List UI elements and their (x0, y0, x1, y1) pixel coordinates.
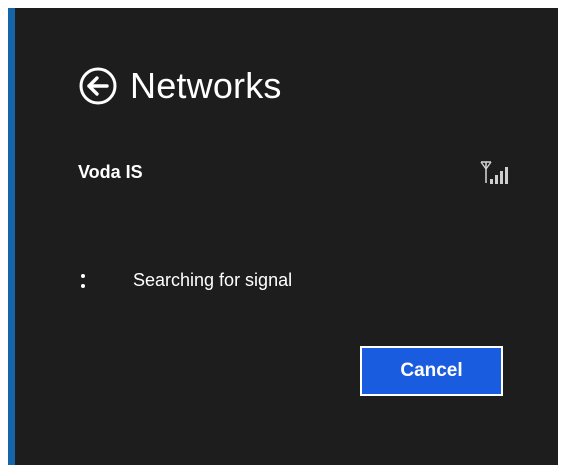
status-text: Searching for signal (133, 270, 293, 290)
cellular-signal-icon (480, 161, 508, 184)
page-title: Networks (130, 65, 282, 106)
back-button[interactable] (78, 66, 118, 106)
cancel-button[interactable]: Cancel (359, 345, 504, 397)
network-item[interactable]: Voda IS (78, 154, 512, 190)
progress-dots-icon (78, 271, 88, 291)
accent-strip (8, 8, 15, 465)
status-row: Searching for signal (78, 270, 292, 291)
network-name: Voda IS (78, 161, 143, 182)
back-arrow-circle-icon (79, 67, 117, 105)
page-header: Networks (78, 66, 282, 106)
networks-flyout: Networks Voda IS Searching for signal Ca… (8, 8, 558, 465)
